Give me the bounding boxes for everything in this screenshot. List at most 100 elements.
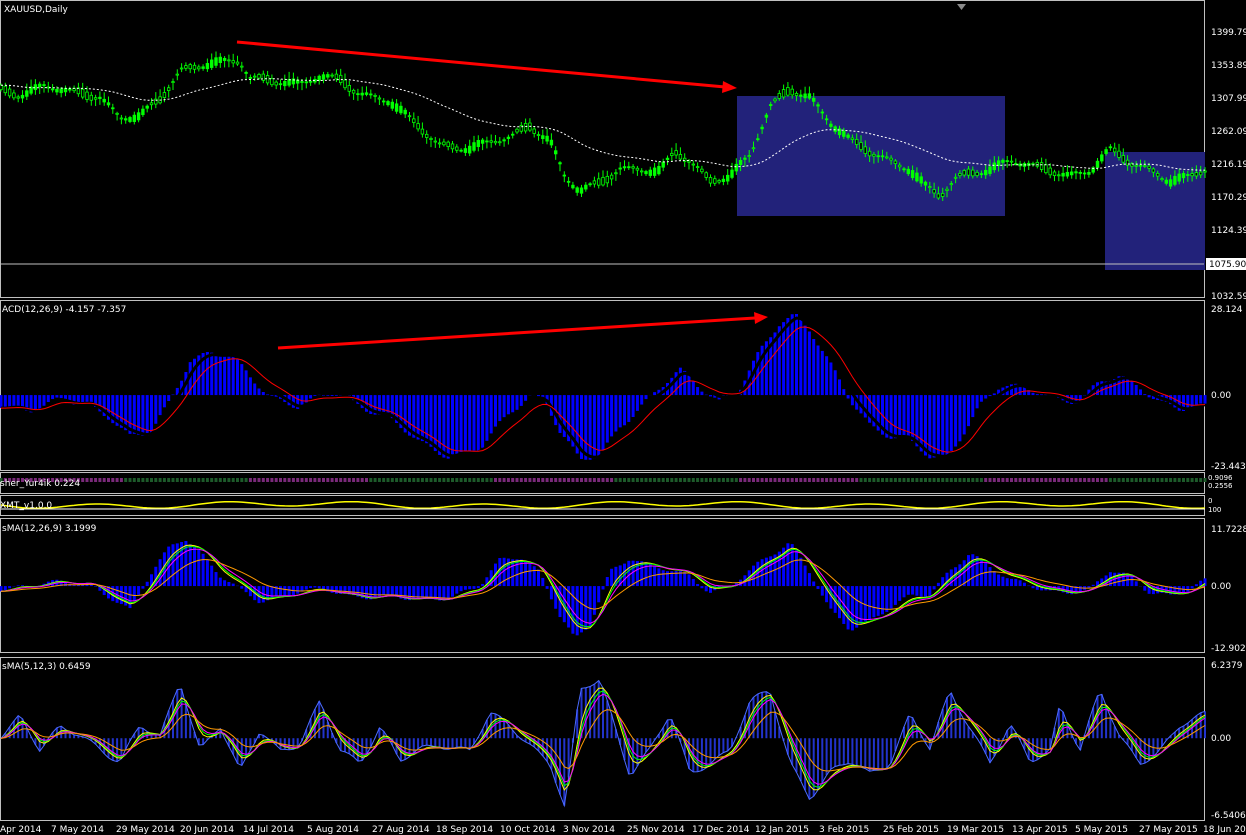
fisher-bar [352, 478, 356, 482]
candle-body [1044, 164, 1048, 174]
fisher-bar [1048, 478, 1052, 482]
candle-body [984, 169, 988, 176]
date-tick: Apr 2014 [0, 825, 42, 835]
fisher-bar [554, 478, 558, 482]
sma1-panel-title: sMA(12,26,9) 3.1999 [2, 524, 97, 534]
candle-body [390, 101, 394, 109]
candle-body [670, 152, 674, 156]
fisher-bar [1005, 478, 1009, 482]
candle-body [704, 172, 708, 178]
fisher-panel[interactable] [0, 472, 1205, 494]
trading-chart[interactable]: XAUUSD,Daily ACD(12,26,9) -4.157 -7.357 … [0, 0, 1246, 835]
fisher-bar [764, 478, 768, 482]
fisher-bar [601, 478, 605, 482]
fisher-bar [94, 478, 98, 482]
candle-body [1190, 173, 1194, 177]
candle-body [605, 175, 609, 184]
candle-body [278, 83, 283, 86]
fisher-bar [855, 478, 859, 482]
fisher-bar [253, 478, 257, 482]
candle-body [545, 135, 549, 142]
fisher-bar [468, 478, 472, 482]
scroll-marker-icon[interactable] [957, 4, 966, 10]
fisher-bar [859, 478, 863, 482]
fisher-bar [988, 478, 992, 482]
fisher-bar [455, 478, 459, 482]
fisher-bar [717, 478, 721, 482]
fisher-bar [863, 478, 867, 482]
candle-body [803, 93, 807, 99]
main-panel[interactable] [0, 0, 1205, 298]
candle-body [480, 139, 485, 144]
fisher-bar [1182, 478, 1185, 482]
candle-body [515, 128, 519, 133]
fisher-bar [898, 478, 902, 482]
fisher-bar [850, 478, 854, 482]
fisher-bar [124, 478, 128, 482]
macd-tick: 0.00 [1211, 391, 1231, 401]
fisher-bar [954, 478, 958, 482]
fisher-bar [296, 478, 300, 482]
candle-body [1070, 171, 1074, 176]
moving-average-line [0, 78, 1205, 171]
fisher-bar [322, 478, 325, 482]
candle-body [721, 178, 726, 182]
candle-body [124, 118, 128, 121]
candle-body [665, 157, 670, 160]
main-panel-title: XAUUSD,Daily [4, 5, 68, 15]
candle-body [489, 140, 493, 143]
fisher-bar [1139, 478, 1142, 482]
candle-body [455, 146, 459, 151]
candle-body [979, 173, 984, 176]
fisher-bar [141, 478, 145, 482]
candle-body [902, 168, 906, 171]
fisher-bar [709, 478, 712, 482]
candle-body [988, 166, 992, 174]
candle-body [644, 171, 648, 175]
candle-body [842, 130, 846, 137]
candle-body [201, 66, 205, 69]
candle-body [403, 109, 407, 115]
fisher-bar [1001, 478, 1005, 482]
fisher-bar [343, 478, 347, 482]
trend-arrow-1[interactable] [236, 40, 737, 93]
candle-body [893, 160, 898, 164]
trend-arrow-2[interactable] [277, 312, 768, 350]
fisher-bar [644, 478, 648, 482]
fisher-bar [1027, 478, 1031, 482]
candle-body [949, 183, 953, 186]
candle-body [12, 92, 16, 99]
fisher-bar [446, 478, 450, 482]
fisher-bar [893, 478, 897, 482]
fisher-bar [571, 478, 575, 482]
fisher-bar [605, 478, 609, 482]
sma2-tick: 6.2379 [1211, 661, 1243, 671]
fisher-bar [691, 478, 695, 482]
candle-body [751, 147, 756, 150]
candle-body [63, 87, 68, 93]
ind3-panel[interactable] [0, 495, 1205, 516]
candle-body [820, 111, 824, 114]
candle-body [25, 90, 29, 97]
candle-body [257, 74, 261, 79]
candle-body [1147, 165, 1151, 169]
macd-axis: 28.124 0.00 -23.443 [1211, 305, 1246, 472]
fisher-bar [386, 478, 390, 482]
candle-body [786, 87, 790, 96]
fisher-bar [756, 478, 760, 482]
candle-body [59, 88, 63, 94]
candle-body [1160, 178, 1164, 180]
fisher-bar [244, 478, 248, 482]
price-level-value: 1075.90 [1209, 260, 1246, 270]
date-axis: Apr 2014 7 May 2014 29 May 2014 20 Jun 2… [0, 825, 1246, 835]
candle-body [558, 162, 562, 165]
candle-body [833, 126, 837, 132]
fisher-bar [317, 478, 321, 482]
price-tick: 1307.99 [1211, 94, 1246, 104]
sma2-tick: -6.5406 [1211, 811, 1246, 821]
fisher-bar [528, 478, 532, 482]
date-tick: 10 Oct 2014 [500, 825, 556, 835]
fisher-bar [558, 478, 562, 482]
fisher-bar [549, 478, 553, 482]
fisher-bar [1096, 478, 1099, 482]
